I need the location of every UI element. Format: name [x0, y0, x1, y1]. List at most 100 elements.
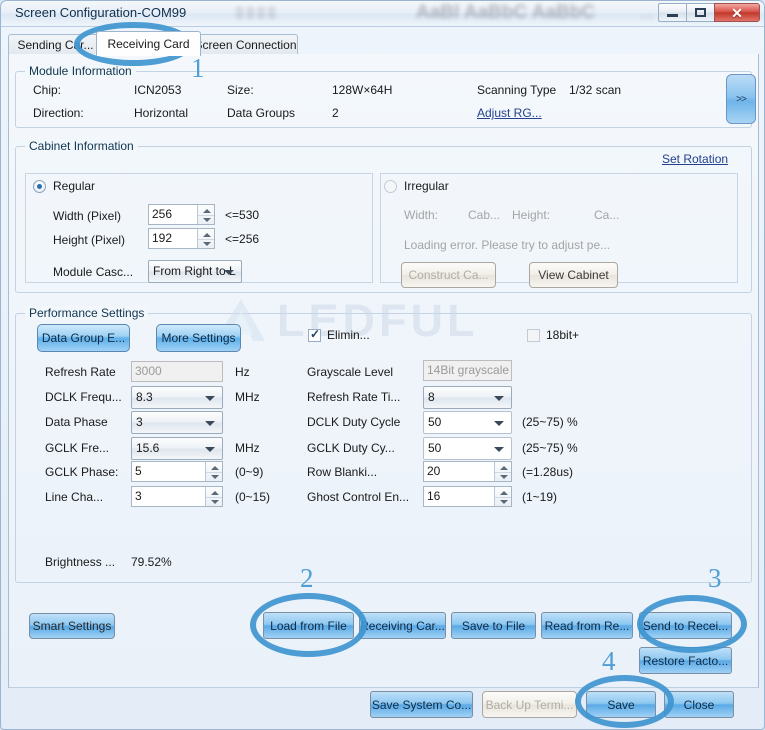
dclk-frequency-select[interactable]: 8.3: [131, 386, 223, 409]
cabinet-width-value: 256: [152, 207, 172, 221]
smart-settings-button[interactable]: Smart Settings: [29, 613, 115, 639]
performance-settings-legend: Performance Settings: [25, 306, 148, 320]
gclk-phase-label: GCLK Phase:: [45, 465, 118, 479]
data-groups-label: Data Groups: [227, 106, 295, 120]
maximize-button[interactable]: [686, 3, 714, 22]
scanning-type-label: Scanning Type: [477, 83, 556, 97]
ghost-control-spinner[interactable]: [494, 487, 511, 507]
regular-radio[interactable]: [33, 180, 46, 193]
dclk-frequency-label: DCLK Frequ...: [45, 390, 122, 404]
tab-sending-card[interactable]: Sending Car...: [8, 34, 103, 55]
cabinet-width-input[interactable]: 256: [148, 204, 215, 225]
cabinet-width-limit: <=530: [225, 208, 259, 222]
send-to-receiver-button[interactable]: Send to Recei...: [639, 612, 732, 639]
tab-strip: Sending Car... Screen Connection Receivi…: [8, 31, 759, 55]
gclk-phase-input[interactable]: 5: [131, 461, 223, 482]
cabinet-width-label: Width (Pixel): [53, 209, 121, 223]
dclk-duty-cycle-value: 50: [428, 415, 441, 429]
data-groups-value: 2: [332, 106, 339, 120]
restore-factory-button[interactable]: Restore Facto...: [639, 647, 732, 674]
receiving-card-button[interactable]: Receiving Car...: [359, 612, 446, 639]
cabinet-height-value: 192: [152, 231, 172, 245]
line-change-value: 3: [135, 489, 142, 503]
cabinet-height-label: Height (Pixel): [53, 233, 125, 247]
gclk-duty-cycle-value: 50: [428, 441, 441, 455]
line-change-unit: (0~15): [235, 490, 270, 504]
maximize-icon: [695, 8, 706, 17]
chip-value: ICN2053: [134, 83, 181, 97]
grayscale-level-value: 14Bit grayscale: [427, 363, 509, 377]
scanning-type-value: 1/32 scan: [569, 83, 621, 97]
grayscale-level-label: Grayscale Level: [307, 365, 393, 379]
minimize-button[interactable]: [658, 3, 686, 22]
line-change-spinner[interactable]: [205, 487, 222, 507]
construct-cabinet-button[interactable]: Construct Ca...: [401, 262, 496, 288]
view-cabinet-button[interactable]: View Cabinet: [529, 262, 618, 288]
irregular-height-label: Height:: [512, 208, 550, 222]
data-group-exchange-button[interactable]: Data Group E...: [37, 324, 130, 352]
save-button[interactable]: Save: [586, 691, 656, 718]
screen-configuration-window: AaBl AaBbC AaBbC . . ▯ ▯ ▯ ▯ Screen Conf…: [0, 0, 765, 730]
read-from-receiver-button[interactable]: Read from Re...: [541, 612, 633, 639]
row-blanking-spinner[interactable]: [494, 462, 511, 482]
window-controls: ✕: [658, 3, 760, 22]
close-button-footer[interactable]: Close: [664, 691, 734, 718]
window-titlebar: AaBl AaBbC AaBbC . . ▯ ▯ ▯ ▯ Screen Conf…: [1, 1, 765, 27]
line-change-input[interactable]: 3: [131, 486, 223, 507]
module-cascade-select[interactable]: From Right to L: [148, 260, 242, 283]
irregular-width-label: Width:: [404, 208, 438, 222]
gclk-frequency-select[interactable]: 15.6: [131, 437, 223, 460]
save-system-config-button[interactable]: Save System Co...: [370, 691, 473, 718]
expand-panel-button[interactable]: >>: [726, 74, 756, 124]
brightness-value: 79.52%: [131, 555, 172, 569]
close-icon: ✕: [731, 6, 743, 20]
eliminate-checkbox[interactable]: [308, 329, 321, 342]
dclk-duty-cycle-select[interactable]: 50: [423, 411, 512, 434]
gclk-frequency-value: 15.6: [136, 441, 159, 455]
background-blur-artifact-b: . .: [641, 6, 652, 21]
tab-screen-connection[interactable]: Screen Connection: [193, 34, 298, 55]
data-phase-value: 3: [136, 415, 143, 429]
row-blanking-input[interactable]: 20: [423, 461, 512, 482]
refresh-rate-times-select[interactable]: 8: [423, 386, 512, 409]
load-from-file-button[interactable]: Load from File: [263, 612, 354, 639]
more-settings-button[interactable]: More Settings: [156, 324, 241, 352]
chevron-down-icon: [494, 447, 504, 452]
adjust-rg-link[interactable]: Adjust RG...: [477, 106, 542, 120]
chevron-down-icon: [494, 396, 504, 401]
eliminate-label: Elimin...: [327, 328, 370, 342]
refresh-rate-times-label: Refresh Rate Ti...: [307, 390, 400, 404]
tab-receiving-card[interactable]: Receiving Card: [96, 31, 201, 56]
gclk-frequency-unit: MHz: [235, 441, 260, 455]
cabinet-height-input[interactable]: 192: [148, 228, 215, 249]
data-phase-select[interactable]: 3: [131, 411, 223, 434]
regular-label: Regular: [53, 179, 95, 193]
back-up-terminal-button[interactable]: Back Up Termi...: [482, 691, 577, 718]
chevron-down-icon: [205, 396, 215, 401]
module-information-legend: Module Information: [25, 64, 136, 78]
ghost-control-input[interactable]: 16: [423, 486, 512, 507]
row-blanking-unit: (=1.28us): [522, 465, 573, 479]
ghost-control-unit: (1~19): [522, 490, 557, 504]
gclk-phase-value: 5: [135, 464, 142, 478]
close-button[interactable]: ✕: [714, 3, 760, 22]
save-to-file-button[interactable]: Save to File: [451, 612, 536, 639]
set-rotation-link[interactable]: Set Rotation: [662, 152, 728, 166]
dclk-frequency-unit: MHz: [235, 390, 260, 404]
refresh-rate-value: 3000: [135, 364, 162, 378]
line-change-label: Line Cha...: [45, 490, 103, 504]
gclk-phase-unit: (0~9): [235, 465, 263, 479]
irregular-width-value: Cab...: [468, 208, 500, 222]
gclk-duty-cycle-select[interactable]: 50: [423, 437, 512, 460]
cabinet-height-spinner[interactable]: [197, 229, 214, 249]
size-label: Size:: [227, 83, 254, 97]
chevron-down-icon: [224, 270, 234, 275]
gclk-phase-spinner[interactable]: [205, 462, 222, 482]
footer-divider: [9, 687, 758, 688]
module-cascade-label: Module Casc...: [53, 265, 133, 279]
bit18-checkbox[interactable]: [527, 329, 540, 342]
irregular-radio[interactable]: [384, 180, 397, 193]
ghost-control-value: 16: [427, 489, 440, 503]
cabinet-width-spinner[interactable]: [197, 205, 214, 225]
irregular-height-value: Ca...: [594, 208, 619, 222]
